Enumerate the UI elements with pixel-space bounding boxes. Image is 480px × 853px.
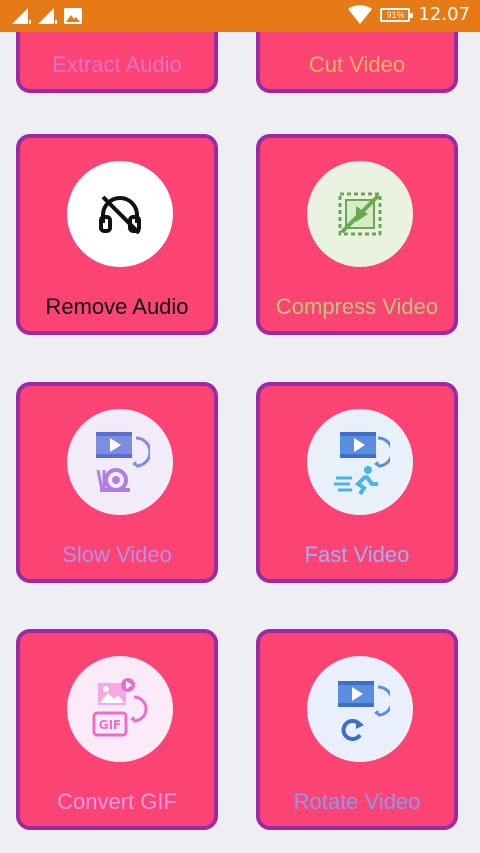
fast-video-runner-icon [334, 432, 390, 496]
headphones-off-icon [99, 195, 141, 235]
remove-audio-circle [67, 161, 173, 267]
remove-audio-card[interactable]: Remove Audio [16, 134, 218, 335]
convert-gif-circle: GIF [67, 656, 173, 762]
status-left-icons [12, 6, 82, 24]
slow-video-snail-icon [96, 432, 150, 492]
rotate-video-circle [307, 656, 413, 762]
status-bar: 91% 12.07 [0, 0, 480, 32]
compress-video-circle [307, 161, 413, 267]
compress-video-label: Compress Video [275, 294, 439, 319]
status-right-area: 91% 12.07 [348, 4, 470, 25]
rotate-video-icon [338, 681, 390, 741]
fast-video-label: Fast Video [304, 542, 410, 567]
wifi-icon [348, 4, 373, 24]
convert-gif-label: Convert GIF [57, 789, 177, 814]
rotate-video-label: Rotate Video [293, 789, 421, 814]
compress-video-icon [338, 192, 382, 236]
rotate-video-card[interactable]: Rotate Video [256, 629, 458, 830]
svg-text:GIF: GIF [99, 718, 122, 732]
tools-grid: Extract Audio Cut Video Remove Audio Com… [0, 32, 480, 853]
fast-video-card[interactable]: Fast Video [256, 382, 458, 583]
slow-video-card[interactable]: Slow Video [16, 382, 218, 583]
gallery-notification-icon [64, 8, 82, 24]
slow-video-circle [67, 409, 173, 515]
signal-2-icon [38, 8, 57, 24]
remove-audio-label: Remove Audio [45, 294, 189, 319]
slow-video-label: Slow Video [62, 542, 172, 567]
signal-1-icon [12, 8, 31, 24]
cut-video-label: Cut Video [308, 52, 406, 77]
status-time: 12.07 [418, 4, 470, 25]
battery-icon: 91% [380, 7, 414, 22]
convert-gif-icon: GIF [92, 678, 148, 737]
extract-audio-card[interactable]: Extract Audio [16, 32, 218, 93]
extract-audio-label: Extract Audio [52, 52, 182, 77]
compress-video-card[interactable]: Compress Video [256, 134, 458, 335]
cut-video-card[interactable]: Cut Video [256, 32, 458, 93]
convert-gif-card[interactable]: GIF Convert GIF [16, 629, 218, 830]
fast-video-circle [307, 409, 413, 515]
